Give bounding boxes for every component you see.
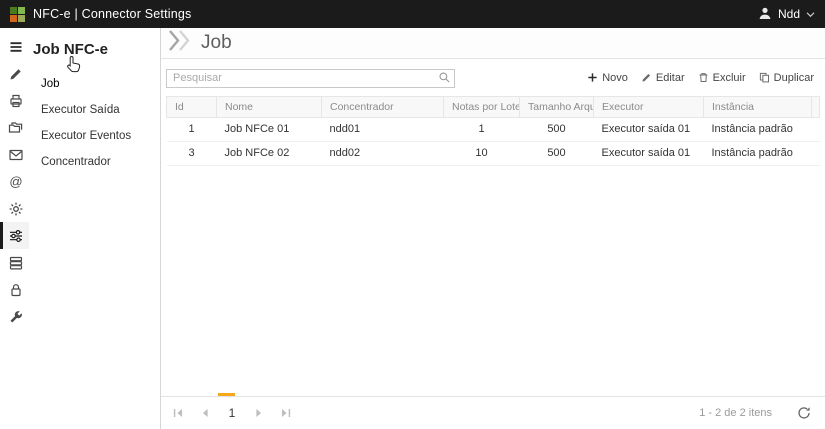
pager: 1 1 - 2 de 2 itens — [161, 396, 825, 429]
cell-tamanho[interactable]: 500 — [520, 141, 594, 165]
column-header-filler — [812, 96, 820, 117]
column-header-concentrador[interactable]: Concentrador — [322, 96, 444, 117]
main-content: Job Novo Editar Exclui — [161, 28, 825, 429]
sidebar-item-job[interactable]: Job — [29, 71, 160, 97]
cell-nome[interactable]: Job NFCe 02 — [217, 141, 322, 165]
cell-id[interactable]: 1 — [167, 117, 217, 141]
novo-button[interactable]: Novo — [587, 72, 628, 84]
app-title: NFC-e | Connector Settings — [33, 7, 192, 21]
sidebar-item-executor-eventos[interactable]: Executor Eventos — [29, 123, 160, 149]
cell-notas[interactable]: 10 — [444, 141, 520, 165]
pencil-icon — [641, 72, 652, 83]
user-icon — [758, 6, 772, 23]
app-shell: @ Job NFC-e Job Executor Saída Executor … — [0, 28, 825, 429]
sidebar: Job NFC-e Job Executor Saída Executor Ev… — [29, 28, 161, 429]
rail-item-gear[interactable] — [0, 195, 29, 222]
duplicar-button[interactable]: Duplicar — [759, 72, 814, 84]
topbar: NFC-e | Connector Settings Ndd — [0, 0, 825, 28]
user-menu[interactable]: Ndd — [758, 6, 815, 23]
rail-item-at-sign[interactable]: @ — [0, 168, 29, 195]
at-sign-icon: @ — [8, 174, 24, 190]
menu-icon — [8, 39, 24, 55]
svg-text:@: @ — [9, 174, 22, 189]
rail-item-stack[interactable] — [0, 249, 29, 276]
user-name: Ndd — [778, 7, 800, 21]
next-page-button[interactable] — [250, 404, 268, 422]
pager-info: 1 - 2 de 2 itens — [699, 407, 772, 419]
cell-executor[interactable]: Executor saída 01 — [594, 141, 704, 165]
mail-icon — [8, 147, 24, 163]
editar-button[interactable]: Editar — [641, 72, 685, 84]
column-header-id[interactable]: Id — [167, 96, 217, 117]
grid-toolbar: Novo Editar Excluir Duplicar — [161, 59, 825, 94]
folders-icon — [8, 120, 24, 136]
plus-icon — [587, 72, 598, 83]
cell-filler — [812, 141, 820, 165]
sidebar-item-concentrador[interactable]: Concentrador — [29, 149, 160, 175]
copy-icon — [759, 72, 770, 83]
page-header: Job — [161, 28, 825, 59]
grid-header-row: Id Nome Concentrador Notas por Lote Tama… — [167, 96, 820, 117]
cell-tamanho[interactable]: 500 — [520, 117, 594, 141]
sidebar-item-executor-saida[interactable]: Executor Saída — [29, 97, 160, 123]
action-buttons: Novo Editar Excluir Duplicar — [587, 72, 819, 84]
icon-rail: @ — [0, 28, 29, 429]
gear-icon — [8, 201, 24, 217]
rail-item-wrench[interactable] — [0, 303, 29, 330]
cell-instancia[interactable]: Instância padrão — [704, 117, 812, 141]
trash-icon — [698, 72, 709, 83]
cell-concentrador[interactable]: ndd02 — [322, 141, 444, 165]
cell-id[interactable]: 3 — [167, 141, 217, 165]
search-box — [166, 68, 455, 88]
rail-item-mail[interactable] — [0, 141, 29, 168]
column-header-tamanho-arquivo[interactable]: Tamanho Arquivo — [520, 96, 594, 117]
chevron-down-icon — [806, 7, 815, 21]
cell-nome[interactable]: Job NFCe 01 — [217, 117, 322, 141]
sliders-icon — [8, 228, 24, 244]
cell-filler — [812, 117, 820, 141]
sidebar-title: Job NFC-e — [29, 28, 160, 71]
table-row[interactable]: 3 Job NFCe 02 ndd02 10 500 Executor saíd… — [167, 141, 820, 165]
search-input[interactable] — [166, 69, 455, 88]
pen-icon — [8, 66, 24, 82]
data-grid: Id Nome Concentrador Notas por Lote Tama… — [166, 96, 820, 166]
rail-item-pen[interactable] — [0, 60, 29, 87]
column-header-instancia[interactable]: Instância — [704, 96, 812, 117]
stack-icon — [8, 255, 24, 271]
lock-icon — [8, 282, 24, 298]
rail-item-sliders[interactable] — [0, 222, 29, 249]
rail-item-printer[interactable] — [0, 87, 29, 114]
page-title: Job — [201, 32, 232, 54]
cell-executor[interactable]: Executor saída 01 — [594, 117, 704, 141]
last-page-button[interactable] — [277, 404, 295, 422]
cell-instancia[interactable]: Instância padrão — [704, 141, 812, 165]
previous-page-button[interactable] — [196, 404, 214, 422]
first-page-button[interactable] — [169, 404, 187, 422]
cell-notas[interactable]: 1 — [444, 117, 520, 141]
column-header-notas-por-lote[interactable]: Notas por Lote — [444, 96, 520, 117]
rail-item-lock[interactable] — [0, 276, 29, 303]
search-icon — [438, 71, 451, 84]
column-header-nome[interactable]: Nome — [217, 96, 322, 117]
rail-item-menu[interactable] — [0, 33, 29, 60]
app-logo-icon — [10, 7, 25, 22]
printer-icon — [8, 93, 24, 109]
table-row[interactable]: 1 Job NFCe 01 ndd01 1 500 Executor saída… — [167, 117, 820, 141]
excluir-button[interactable]: Excluir — [698, 72, 746, 84]
rail-item-folders[interactable] — [0, 114, 29, 141]
page-number[interactable]: 1 — [223, 406, 241, 420]
column-header-executor[interactable]: Executor — [594, 96, 704, 117]
refresh-icon[interactable] — [797, 406, 811, 420]
cell-concentrador[interactable]: ndd01 — [322, 117, 444, 141]
wrench-icon — [8, 309, 24, 325]
breadcrumb-chevrons-icon — [167, 30, 193, 56]
